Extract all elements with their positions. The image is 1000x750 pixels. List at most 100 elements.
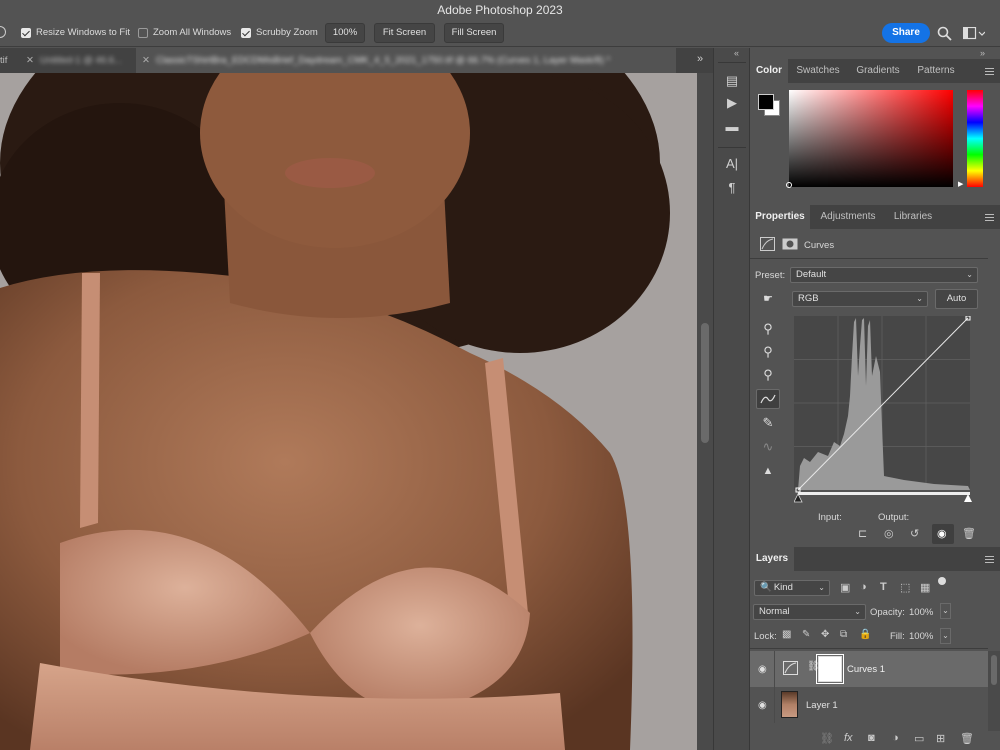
fill-value[interactable]: 100% — [909, 631, 933, 642]
comments-icon[interactable]: ▬ — [724, 119, 740, 135]
chevron-down-icon[interactable]: ⌄ — [940, 603, 951, 619]
gray-eyedropper-icon[interactable]: ⚲ — [759, 343, 777, 361]
trash-icon[interactable]: 🗑 — [962, 527, 976, 540]
black-point-slider[interactable] — [794, 493, 803, 503]
trash-icon[interactable]: 🗑 — [960, 732, 974, 745]
pencil-icon[interactable]: ✎ — [759, 414, 777, 432]
layer-name[interactable]: Curves 1 — [847, 664, 885, 675]
eye-icon[interactable]: ◉ — [937, 527, 947, 540]
layers-footer: ⛓ fx ◙ ◑ ▭ ⊞ 🗑 — [810, 730, 990, 750]
eye-icon[interactable]: ◉ — [758, 700, 767, 711]
smooth-curve-icon[interactable]: ∿ — [759, 438, 777, 456]
lock-position-icon[interactable]: ✥ — [821, 629, 829, 640]
target-adjust-icon[interactable]: ☛ — [759, 290, 777, 308]
character-icon[interactable]: A| — [724, 156, 740, 172]
tabs-overflow-icon[interactable]: » — [697, 53, 703, 65]
document-canvas[interactable] — [0, 73, 697, 750]
black-eyedropper-icon[interactable]: ⚲ — [759, 320, 777, 338]
smart-object-filter-icon[interactable]: ▦ — [920, 581, 930, 594]
reset-icon[interactable]: ↺ — [910, 527, 919, 540]
search-icon[interactable] — [937, 26, 952, 41]
canvas-vertical-scrollbar[interactable] — [697, 73, 713, 750]
tab-active-document[interactable]: ✕ ClassicTShirtBra_EDCDMisBrief_Daydream_… — [136, 48, 676, 73]
layer-row-curves[interactable]: ◉ ⛓ Curves 1 — [750, 651, 988, 687]
fill-label: Fill: — [890, 631, 905, 642]
resize-windows-checkbox[interactable] — [21, 28, 31, 38]
layer-name[interactable]: Layer 1 — [806, 700, 838, 711]
fill-screen-button[interactable]: Fill Screen — [444, 23, 504, 43]
scrollbar-thumb[interactable] — [701, 323, 709, 443]
paragraph-icon[interactable]: ¶ — [724, 180, 740, 196]
tab-properties[interactable]: Properties — [750, 205, 810, 229]
panel-menu-icon[interactable] — [985, 556, 994, 563]
tab-color[interactable]: Color — [750, 59, 788, 83]
lock-artboard-icon[interactable]: ⧉ — [840, 629, 847, 640]
collapse-icon[interactable]: » — [980, 48, 985, 58]
pixel-filter-icon[interactable]: ▣ — [840, 581, 850, 594]
layers-panel-tabs: Layers — [750, 547, 1000, 571]
zoom-all-windows-checkbox[interactable] — [138, 28, 148, 38]
tab-patterns[interactable]: Patterns — [910, 59, 962, 83]
white-eyedropper-icon[interactable]: ⚲ — [759, 366, 777, 384]
auto-button[interactable]: Auto — [935, 289, 978, 309]
preset-dropdown[interactable]: Default ⌄ — [790, 267, 978, 283]
close-icon[interactable]: ✕ — [142, 55, 150, 66]
lock-transparent-icon[interactable]: ▩ — [782, 629, 791, 640]
tab-untitled[interactable]: ✕ Untitled-1 @ 46.6... — [22, 48, 134, 73]
clip-to-layer-icon[interactable]: ⊏ — [858, 527, 867, 540]
foreground-color-swatch[interactable] — [758, 94, 774, 110]
white-point-slider[interactable] — [964, 494, 972, 502]
tab-libraries[interactable]: Libraries — [886, 205, 940, 229]
new-layer-icon[interactable]: ⊞ — [936, 732, 945, 745]
link-layers-icon[interactable]: ⛓ — [820, 732, 834, 745]
curve-point-tool[interactable] — [756, 389, 780, 409]
add-mask-icon[interactable]: ◙ — [868, 732, 875, 744]
panel-menu-icon[interactable] — [985, 68, 994, 75]
chevron-down-icon[interactable]: ⌄ — [940, 628, 951, 644]
scrubby-zoom-checkbox[interactable] — [241, 28, 251, 38]
new-adjustment-icon[interactable]: ◑ — [892, 732, 899, 744]
view-previous-icon[interactable]: ◎ — [884, 527, 894, 540]
eye-icon[interactable]: ◉ — [758, 664, 767, 675]
share-button[interactable]: Share — [882, 23, 930, 43]
hue-slider[interactable] — [967, 90, 983, 187]
tab-partial[interactable]: tif — [0, 48, 20, 73]
tab-gradients[interactable]: Gradients — [848, 59, 908, 83]
zoom-percent-field[interactable]: 100% — [325, 23, 365, 43]
app-title: Adobe Photoshop 2023 — [437, 3, 563, 17]
opacity-value[interactable]: 100% — [909, 607, 933, 618]
zoom-tool-icon[interactable] — [0, 26, 6, 38]
actions-play-icon[interactable]: ▶ — [724, 95, 740, 111]
resize-windows-label: Resize Windows to Fit — [36, 27, 130, 38]
adjustment-filter-icon[interactable]: ◑ — [860, 581, 867, 593]
layer-mask-thumbnail[interactable] — [816, 654, 844, 684]
curves-graph[interactable] — [794, 316, 974, 506]
color-field[interactable] — [786, 90, 953, 188]
lock-all-icon[interactable]: 🔒 — [859, 629, 871, 640]
collapse-icon[interactable]: « — [734, 48, 739, 58]
history-icon[interactable]: ▤ — [724, 73, 740, 89]
clipping-warning-icon[interactable]: ▲ — [759, 462, 777, 480]
close-icon[interactable]: ✕ — [26, 55, 34, 66]
blend-mode-dropdown[interactable]: Normal ⌄ — [753, 604, 866, 620]
tab-label: ClassicTShirtBra_EDCDMisBrief_Daydream_C… — [155, 55, 611, 66]
panel-menu-icon[interactable] — [985, 214, 994, 221]
channel-dropdown[interactable]: RGB ⌄ — [792, 291, 928, 307]
layer-row-layer1[interactable]: ◉ Layer 1 — [750, 687, 988, 723]
shape-filter-icon[interactable]: ⬚ — [900, 581, 910, 594]
layer-filter-dropdown[interactable]: 🔍 Kind ⌄ — [754, 580, 830, 596]
type-filter-icon[interactable]: T — [880, 581, 887, 593]
color-picker-handle[interactable] — [786, 182, 792, 188]
new-group-icon[interactable]: ▭ — [914, 732, 924, 745]
fx-icon[interactable]: fx — [844, 732, 853, 744]
tab-adjustments[interactable]: Adjustments — [812, 205, 884, 229]
tab-layers[interactable]: Layers — [750, 547, 794, 571]
lock-image-icon[interactable]: ✎ — [802, 629, 810, 640]
layers-scrollbar[interactable] — [988, 651, 1000, 731]
hue-slider-marker[interactable]: ▶ — [958, 180, 963, 188]
fit-screen-button[interactable]: Fit Screen — [374, 23, 435, 43]
workspace-icon[interactable] — [963, 27, 985, 40]
chevron-down-icon: ⌄ — [854, 607, 861, 616]
tab-swatches[interactable]: Swatches — [790, 59, 846, 83]
filter-toggle-icon[interactable] — [938, 577, 946, 585]
